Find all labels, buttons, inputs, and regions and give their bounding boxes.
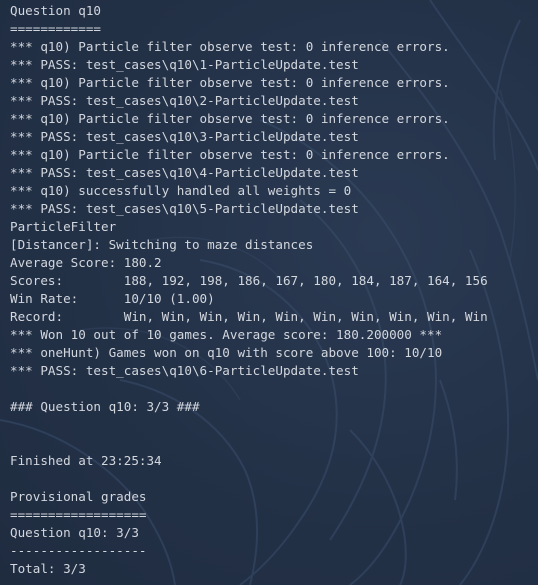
- output-line: Finished at 23:25:34: [10, 453, 162, 468]
- output-line: *** oneHunt) Games won on q10 with score…: [10, 345, 443, 360]
- output-line: *** q10) Particle filter observe test: 0…: [10, 111, 450, 126]
- output-line: Scores: 188, 192, 198, 186, 167, 180, 18…: [10, 273, 488, 288]
- output-line: Total: 3/3: [10, 561, 86, 576]
- output-line: *** Won 10 out of 10 games. Average scor…: [10, 327, 443, 342]
- terminal-window[interactable]: Question q10 ============ *** q10) Particl…: [0, 0, 538, 585]
- output-line: *** q10) Particle filter observe test: 0…: [10, 39, 450, 54]
- output-line: ParticleFilter: [10, 219, 117, 234]
- output-line: ============: [10, 21, 101, 36]
- output-line: *** PASS: test_cases\q10\4-ParticleUpdat…: [10, 165, 359, 180]
- output-line: *** PASS: test_cases\q10\6-ParticleUpdat…: [10, 363, 359, 378]
- output-line: *** q10) successfully handled all weight…: [10, 183, 352, 198]
- output-line: Provisional grades: [10, 489, 147, 504]
- output-line: Question q10: [10, 3, 101, 18]
- output-line: *** PASS: test_cases\q10\3-ParticleUpdat…: [10, 129, 359, 144]
- output-line: ==================: [10, 507, 147, 522]
- output-line: *** q10) Particle filter observe test: 0…: [10, 147, 450, 162]
- output-line: [Distancer]: Switching to maze distances: [10, 237, 314, 252]
- output-line: Question q10: 3/3: [10, 525, 139, 540]
- output-line: ### Question q10: 3/3 ###: [10, 399, 200, 414]
- output-line: Record: Win, Win, Win, Win, Win, Win, Wi…: [10, 309, 488, 324]
- output-line: *** PASS: test_cases\q10\5-ParticleUpdat…: [10, 201, 359, 216]
- terminal-output: Question q10 ============ *** q10) Particl…: [10, 2, 488, 578]
- output-line: *** PASS: test_cases\q10\1-ParticleUpdat…: [10, 57, 359, 72]
- output-line: Average Score: 180.2: [10, 255, 162, 270]
- output-line: *** PASS: test_cases\q10\2-ParticleUpdat…: [10, 93, 359, 108]
- output-line: Win Rate: 10/10 (1.00): [10, 291, 215, 306]
- output-line: ------------------: [10, 543, 147, 558]
- output-line: *** q10) Particle filter observe test: 0…: [10, 75, 450, 90]
